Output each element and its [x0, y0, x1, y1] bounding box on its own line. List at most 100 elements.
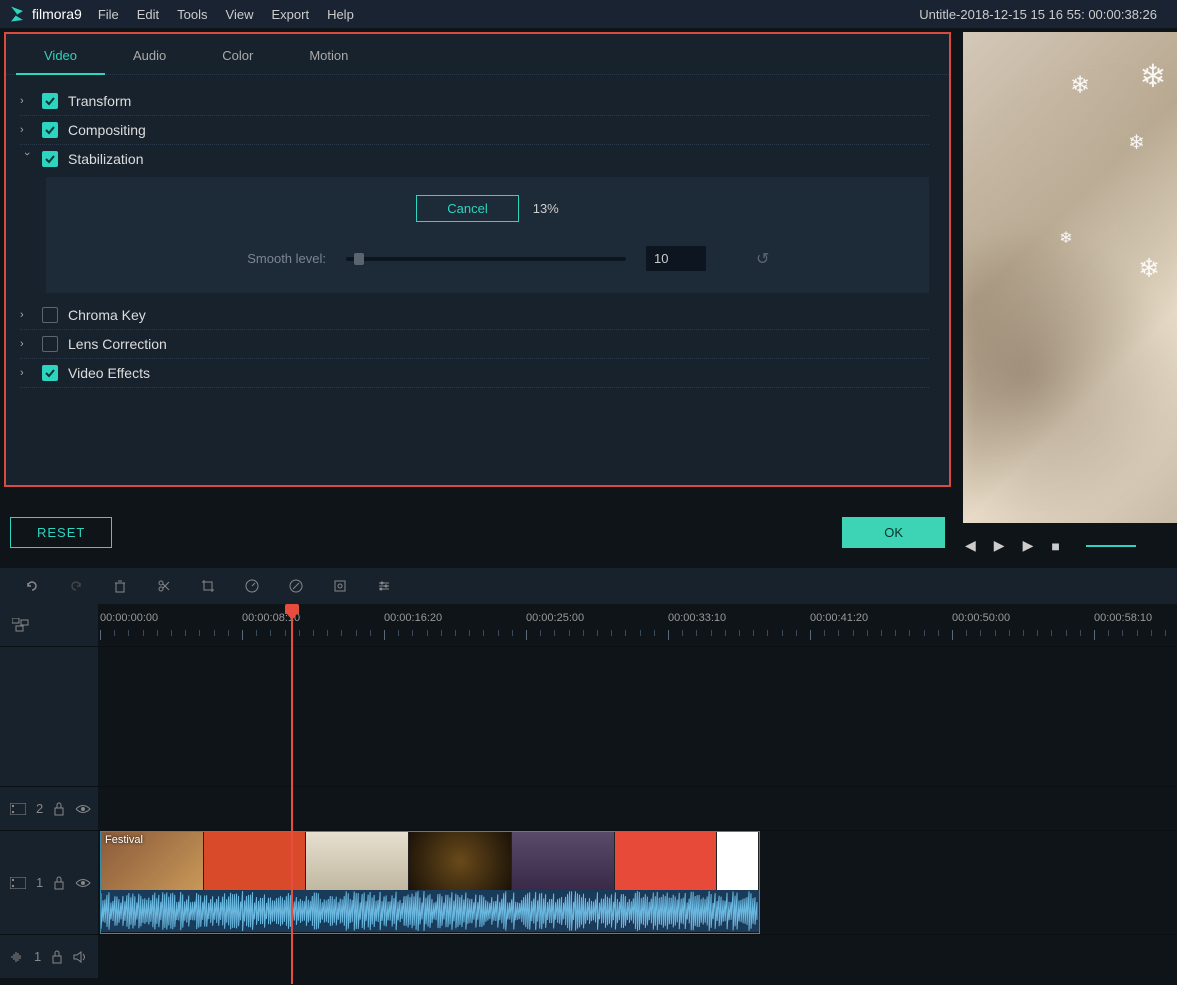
snowflake-icon: ❄ [1070, 71, 1090, 100]
lock-icon[interactable] [51, 950, 63, 964]
lock-icon[interactable] [53, 876, 65, 890]
menu-file[interactable]: File [98, 7, 119, 22]
chevron-right-icon[interactable]: › [20, 367, 34, 379]
track-manager-icon[interactable] [0, 604, 98, 646]
video-track-1: 1 Festival [0, 830, 1177, 934]
label-transform: Transform [68, 93, 131, 109]
video-clip[interactable]: Festival [100, 831, 760, 934]
section-lens-correction[interactable]: › Lens Correction [20, 330, 929, 359]
ruler-time: 00:00:50:00 [952, 612, 1010, 624]
label-chroma-key: Chroma Key [68, 307, 146, 323]
preview-monitor: ❄ ❄ ❄ ❄ ❄ [963, 32, 1177, 523]
snowflake-icon: ❄ [1059, 228, 1072, 248]
preview-controls: ◀ ▶ ▶ ■ [955, 523, 1177, 568]
tab-color[interactable]: Color [194, 42, 281, 74]
color-icon[interactable] [288, 578, 304, 594]
crop-icon[interactable] [200, 578, 216, 594]
menu-edit[interactable]: Edit [137, 7, 159, 22]
snowflake-icon: ❄ [1138, 253, 1160, 284]
redo-icon[interactable] [68, 578, 84, 594]
ruler-time: 00:00:41:20 [810, 612, 868, 624]
clip-thumbnail [409, 832, 512, 890]
menu-help[interactable]: Help [327, 7, 354, 22]
lock-icon[interactable] [53, 802, 65, 816]
chevron-right-icon[interactable]: › [20, 95, 34, 107]
timeline: 00:00:00:0000:00:08:1000:00:16:2000:00:2… [0, 604, 1177, 978]
checkbox-chroma-key[interactable] [42, 307, 58, 323]
split-icon[interactable] [156, 578, 172, 594]
cancel-button[interactable]: Cancel [416, 195, 518, 222]
eye-icon[interactable] [75, 804, 91, 814]
section-transform[interactable]: › Transform [20, 87, 929, 116]
checkbox-stabilization[interactable] [42, 151, 58, 167]
progress-percent: 13% [533, 201, 559, 216]
clip-thumbnail [512, 832, 615, 890]
checkbox-lens-correction[interactable] [42, 336, 58, 352]
tab-video[interactable]: Video [16, 42, 105, 75]
menu-tools[interactable]: Tools [177, 7, 207, 22]
ruler-time: 00:00:16:20 [384, 612, 442, 624]
undo-icon[interactable] [24, 578, 40, 594]
stabilization-panel: Cancel 13% Smooth level: ↺ [46, 177, 929, 293]
smooth-level-label: Smooth level: [76, 251, 326, 266]
track-number: 1 [36, 875, 43, 890]
empty-track [0, 646, 1177, 786]
menu-export[interactable]: Export [271, 7, 309, 22]
prev-frame-icon[interactable]: ◀ [965, 537, 976, 554]
smooth-level-slider[interactable] [346, 257, 626, 261]
reset-button[interactable]: RESET [10, 517, 112, 548]
chevron-down-icon[interactable]: › [21, 152, 33, 166]
ruler-time: 00:00:25:00 [526, 612, 584, 624]
ruler-time: 00:00:58:10 [1094, 612, 1152, 624]
delete-icon[interactable] [112, 578, 128, 594]
timeline-toolbar [0, 568, 1177, 604]
play-icon[interactable]: ▶ [1023, 537, 1034, 554]
clip-thumbnail [615, 832, 718, 890]
tab-audio[interactable]: Audio [105, 42, 194, 74]
section-stabilization[interactable]: › Stabilization [20, 145, 929, 173]
ruler-time: 00:00:33:10 [668, 612, 726, 624]
label-lens-correction: Lens Correction [68, 336, 167, 352]
volume-slider[interactable] [1086, 545, 1136, 547]
ok-button[interactable]: OK [842, 517, 945, 548]
reset-value-icon[interactable]: ↺ [756, 249, 769, 269]
video-track-icon [10, 877, 26, 889]
snowflake-icon: ❄ [1128, 130, 1145, 155]
checkbox-video-effects[interactable] [42, 365, 58, 381]
section-compositing[interactable]: › Compositing [20, 116, 929, 145]
adjust-icon[interactable] [376, 578, 392, 594]
tab-motion[interactable]: Motion [281, 42, 376, 74]
checkbox-compositing[interactable] [42, 122, 58, 138]
timeline-ruler[interactable]: 00:00:00:0000:00:08:1000:00:16:2000:00:2… [98, 604, 1177, 646]
clip-label: Festival [105, 834, 143, 846]
menu-view[interactable]: View [226, 7, 254, 22]
audio-track-1: 1 [0, 934, 1177, 978]
section-chroma-key[interactable]: › Chroma Key [20, 301, 929, 330]
filmora-logo-icon [8, 5, 26, 23]
eye-icon[interactable] [75, 878, 91, 888]
chevron-right-icon[interactable]: › [20, 338, 34, 350]
clip-thumbnail [306, 832, 409, 890]
effects-panel: Video Audio Color Motion › Transform › C… [4, 32, 951, 487]
track-number: 2 [36, 801, 43, 816]
green-screen-icon[interactable] [332, 578, 348, 594]
chevron-right-icon[interactable]: › [20, 309, 34, 321]
next-frame-icon[interactable]: ▶ [994, 537, 1005, 554]
speed-icon[interactable] [244, 578, 260, 594]
app-logo: filmora9 [8, 5, 82, 23]
speaker-icon[interactable] [73, 951, 87, 963]
app-name: filmora9 [32, 6, 82, 22]
stop-icon[interactable]: ■ [1051, 538, 1059, 554]
checkbox-transform[interactable] [42, 93, 58, 109]
section-video-effects[interactable]: › Video Effects [20, 359, 929, 388]
snowflake-icon: ❄ [1140, 57, 1167, 95]
video-track-2: 2 [0, 786, 1177, 830]
smooth-level-input[interactable] [646, 246, 706, 271]
playhead[interactable] [291, 604, 293, 984]
slider-thumb[interactable] [354, 253, 364, 265]
label-video-effects: Video Effects [68, 365, 150, 381]
chevron-right-icon[interactable]: › [20, 124, 34, 136]
menubar: filmora9 File Edit Tools View Export Hel… [0, 0, 1177, 28]
effect-tabs: Video Audio Color Motion [6, 34, 949, 75]
label-stabilization: Stabilization [68, 151, 144, 167]
